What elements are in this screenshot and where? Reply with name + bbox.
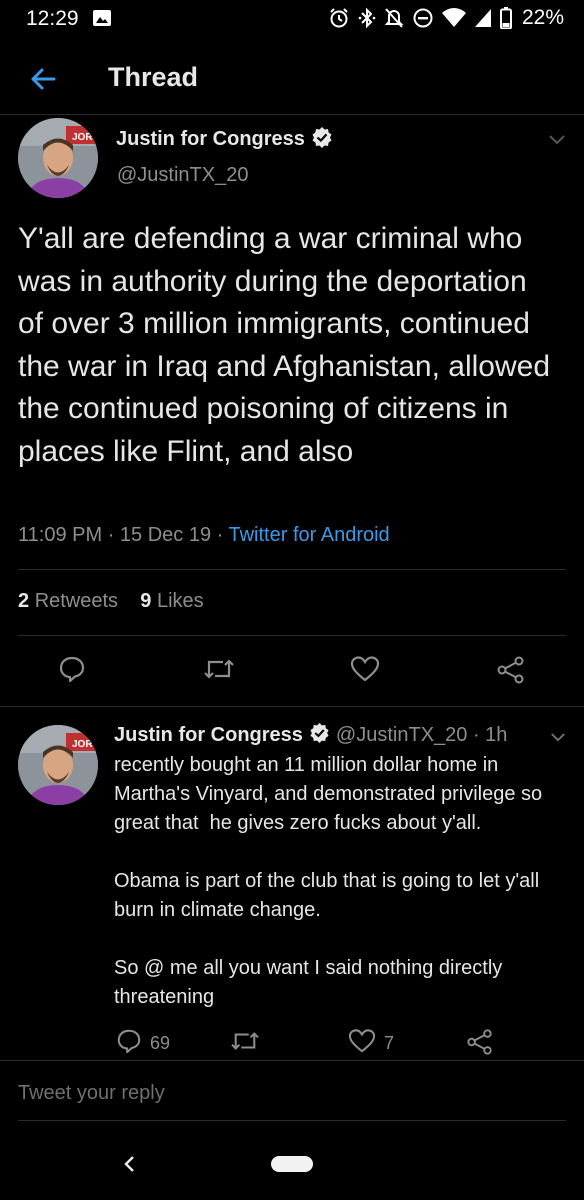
thread-header: Thread [0, 50, 584, 115]
likes-stat[interactable]: 9 Likes [140, 590, 203, 612]
tweet-text: Y'all are defending a war criminal who w… [18, 222, 551, 468]
main-tweet-actions [0, 655, 584, 687]
battery-percent: 22% [521, 6, 564, 29]
chevron-down-icon[interactable] [550, 730, 568, 742]
divider [18, 569, 566, 570]
share-icon[interactable] [496, 655, 526, 685]
like-icon[interactable] [350, 655, 380, 683]
separator-dot: · [107, 524, 120, 546]
retweet-icon[interactable] [203, 655, 235, 683]
thread-screen: 12:29 22% Thread JOR Justin for Congress… [0, 0, 584, 1200]
wifi-icon [441, 8, 466, 28]
signal-icon [474, 8, 492, 28]
status-time: 12:29 [26, 7, 79, 30]
reply-icon[interactable] [58, 655, 86, 683]
divider [18, 1120, 566, 1121]
svg-text:JOR: JOR [72, 739, 93, 750]
bluetooth-icon [358, 7, 376, 29]
main-author-row: Justin for Congress [116, 126, 333, 153]
retweets-label: Retweets [34, 590, 119, 612]
retweets-stat[interactable]: 2 Retweets [18, 590, 118, 612]
divider [0, 706, 584, 707]
likes-label: Likes [156, 590, 204, 612]
likes-count: 9 [140, 590, 152, 612]
separator-dot: · [216, 524, 229, 546]
reply-count: 69 [150, 1033, 171, 1053]
nav-back-icon[interactable] [119, 1152, 139, 1176]
battery-icon [499, 7, 512, 29]
verified-badge-icon [309, 722, 330, 748]
header-title: Thread [108, 62, 199, 92]
do-not-disturb-icon [412, 7, 434, 29]
avatar[interactable]: JOR [18, 118, 98, 198]
nav-home-pill[interactable] [271, 1156, 313, 1172]
reply-handle-time[interactable]: @JustinTX_20 · 1h [336, 724, 508, 747]
reply-text: recently bought an 11 million dollar hom… [114, 754, 543, 1008]
chevron-down-icon[interactable] [548, 133, 566, 145]
alarm-icon [328, 7, 350, 29]
image-icon [92, 8, 112, 28]
divider [0, 1060, 584, 1061]
status-icons: 22% [328, 6, 564, 30]
reply-tweet-actions: 69 7 [0, 1028, 584, 1056]
like-count: 7 [384, 1033, 395, 1053]
tweet-source-link[interactable]: Twitter for Android [229, 524, 390, 546]
reply-action[interactable]: 69 [116, 1028, 170, 1059]
mute-icon [384, 7, 404, 29]
verified-badge-icon [311, 126, 333, 153]
retweet-icon[interactable] [230, 1028, 260, 1054]
author-name[interactable]: Justin for Congress [116, 128, 305, 151]
status-bar: 12:29 22% [0, 0, 584, 40]
divider [18, 635, 566, 636]
tweet-stats: 2 Retweets 9 Likes [18, 590, 204, 613]
svg-text:JOR: JOR [72, 132, 93, 143]
like-icon [348, 1028, 376, 1059]
reply-icon [116, 1028, 142, 1059]
back-arrow-icon[interactable] [28, 64, 58, 94]
share-icon[interactable] [466, 1028, 494, 1056]
tweet-time: 11:09 PM [18, 524, 103, 546]
tweet-date: 15 Dec 19 [119, 524, 212, 546]
like-action[interactable]: 7 [348, 1028, 394, 1059]
author-handle[interactable]: @JustinTX_20 [117, 164, 248, 187]
author-name[interactable]: Justin for Congress [114, 724, 303, 747]
avatar[interactable]: JOR [18, 725, 98, 805]
tweet-timestamp: 11:09 PM · 15 Dec 19 · Twitter for Andro… [18, 524, 390, 547]
reply-author-row: Justin for Congress @JustinTX_20 · 1h [114, 722, 507, 748]
retweets-count: 2 [18, 590, 30, 612]
reply-input[interactable]: Tweet your reply [18, 1082, 165, 1105]
